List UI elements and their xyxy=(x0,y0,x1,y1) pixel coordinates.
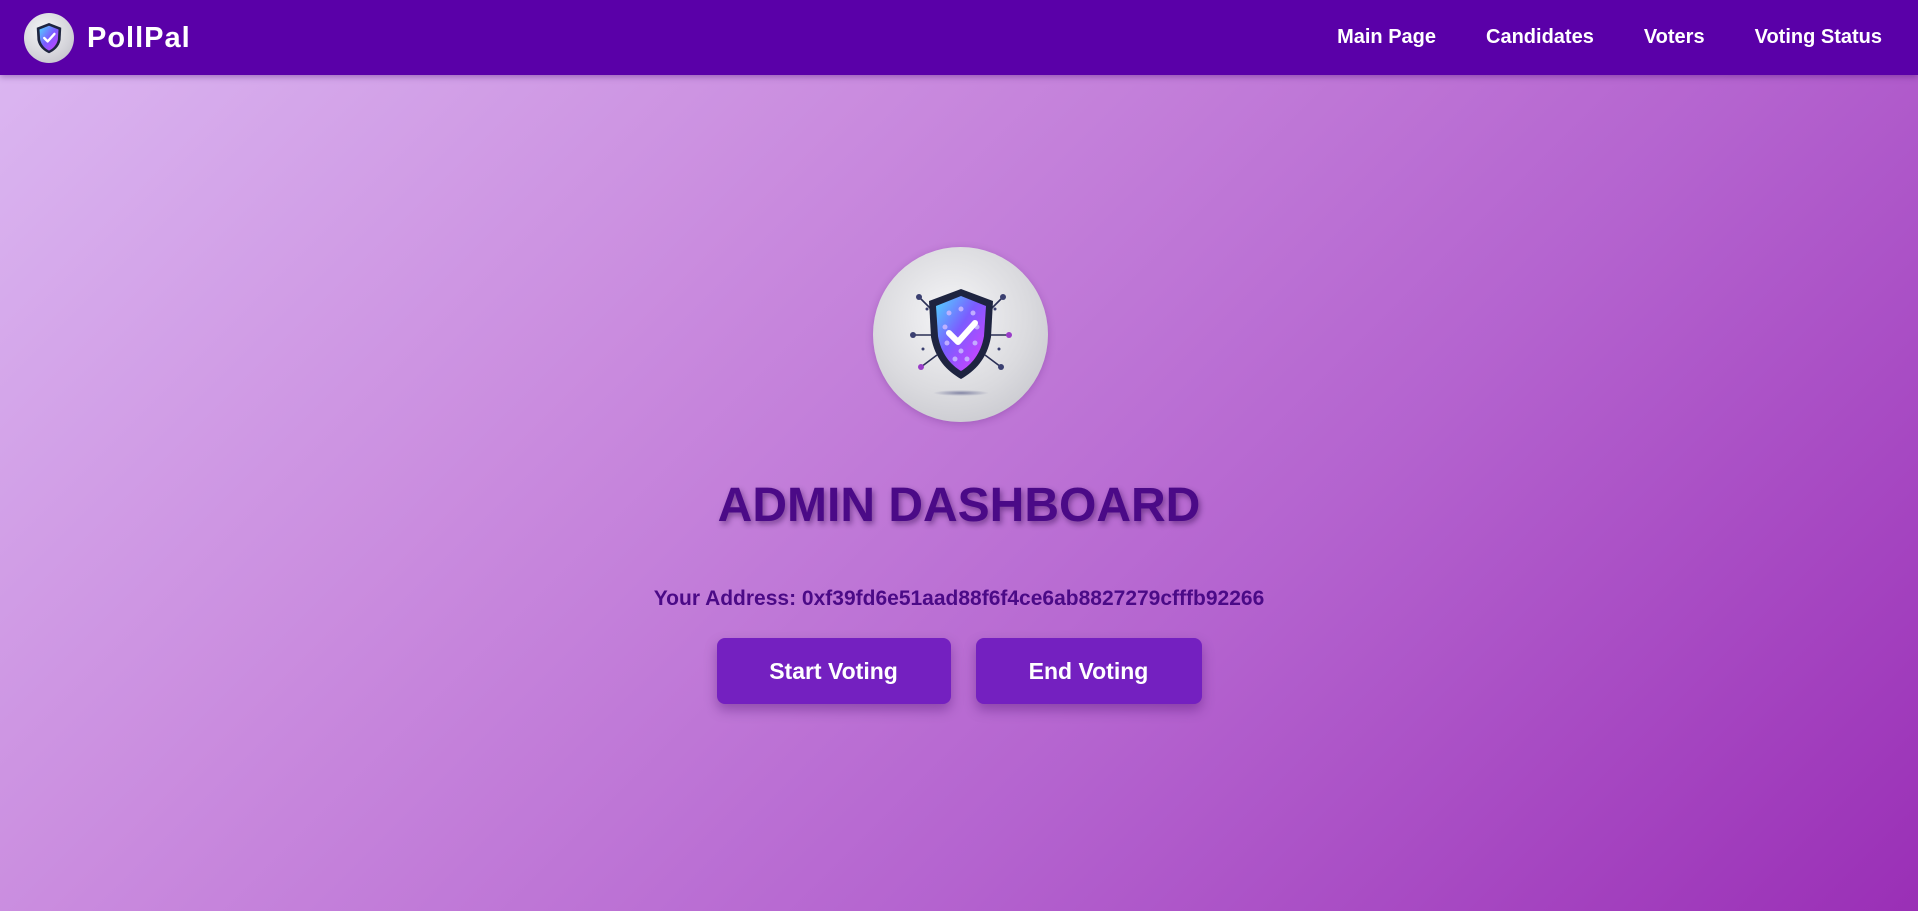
brand-name: PollPal xyxy=(87,21,191,54)
nav-links: Main Page Candidates Voters Voting Statu… xyxy=(1287,0,1882,75)
navbar: PollPal Main Page Candidates Voters Voti… xyxy=(0,0,1918,75)
brand-logo xyxy=(24,13,74,63)
brand-link[interactable]: PollPal xyxy=(24,13,191,63)
nav-item-voting-status[interactable]: Voting Status xyxy=(1755,26,1882,49)
shield-check-icon xyxy=(36,23,62,54)
voting-actions: Start Voting End Voting xyxy=(0,638,1918,704)
page-title: ADMIN DASHBOARD xyxy=(717,479,1201,532)
wallet-address: Your Address: 0xf39fd6e51aad88f6f4ce6ab8… xyxy=(653,587,1265,610)
end-voting-button[interactable]: End Voting xyxy=(975,638,1202,704)
dashboard-logo xyxy=(873,247,1048,422)
nav-item-voters[interactable]: Voters xyxy=(1644,26,1705,49)
nav-item-candidates[interactable]: Candidates xyxy=(1486,26,1594,49)
shield-check-icon xyxy=(909,288,1012,396)
start-voting-button[interactable]: Start Voting xyxy=(716,638,951,704)
nav-item-main-page[interactable]: Main Page xyxy=(1337,26,1436,49)
